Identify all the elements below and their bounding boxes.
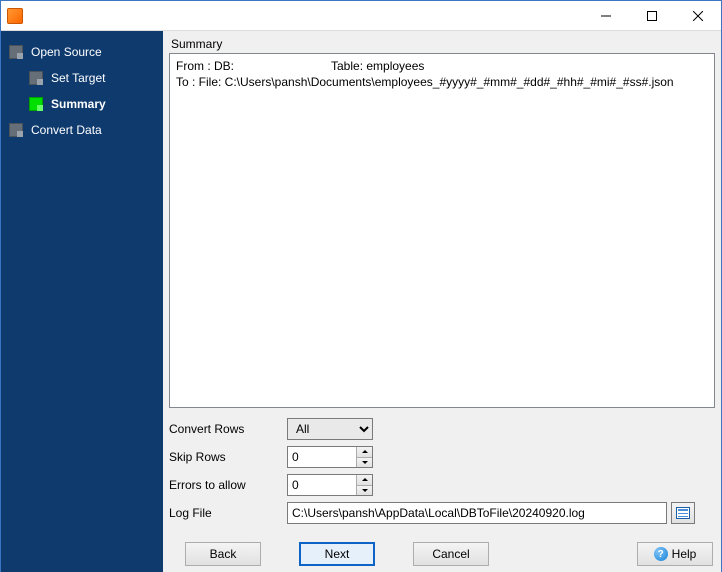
convert-rows-select[interactable]: All xyxy=(287,418,373,440)
errors-allow-label: Errors to allow xyxy=(169,478,287,492)
summary-from-db: From : DB: xyxy=(176,58,331,74)
summary-to-file: To : File: C:\Users\pansh\Documents\empl… xyxy=(176,74,708,90)
close-button[interactable] xyxy=(675,1,721,31)
cancel-button[interactable]: Cancel xyxy=(413,542,489,566)
skip-rows-label: Skip Rows xyxy=(169,450,287,464)
step-label: Open Source xyxy=(31,45,102,59)
summary-from-table: Table: employees xyxy=(331,58,424,74)
spin-up-button[interactable] xyxy=(357,447,372,458)
step-open-source[interactable]: Open Source xyxy=(1,39,163,65)
step-label: Convert Data xyxy=(31,123,102,137)
step-box-icon xyxy=(29,71,43,85)
button-bar: Back Next Cancel ? Help xyxy=(169,542,715,566)
content-panel: Summary From : DB: Table: employees To :… xyxy=(163,31,721,572)
help-label: Help xyxy=(672,547,697,561)
spin-down-button[interactable] xyxy=(357,458,372,468)
errors-allow-input[interactable] xyxy=(288,475,356,495)
summary-textbox: From : DB: Table: employees To : File: C… xyxy=(169,53,715,408)
step-convert-data[interactable]: Convert Data xyxy=(1,117,163,143)
log-file-label: Log File xyxy=(169,506,287,520)
step-set-target[interactable]: Set Target xyxy=(1,65,163,91)
errors-allow-spinner[interactable] xyxy=(287,474,373,496)
step-label: Summary xyxy=(51,97,106,111)
step-summary[interactable]: Summary xyxy=(1,91,163,117)
next-button[interactable]: Next xyxy=(299,542,375,566)
help-icon: ? xyxy=(654,547,668,561)
app-icon xyxy=(7,8,23,24)
back-button[interactable]: Back xyxy=(185,542,261,566)
help-button[interactable]: ? Help xyxy=(637,542,713,566)
summary-heading: Summary xyxy=(171,37,715,51)
titlebar xyxy=(1,1,721,31)
wizard-steps-sidebar: Open Source Set Target Summary Convert D… xyxy=(1,31,163,572)
browse-icon xyxy=(676,507,690,519)
step-box-icon xyxy=(9,123,23,137)
step-box-icon xyxy=(9,45,23,59)
log-file-input[interactable] xyxy=(287,502,667,524)
minimize-button[interactable] xyxy=(583,1,629,31)
spin-down-button[interactable] xyxy=(357,486,372,496)
convert-rows-label: Convert Rows xyxy=(169,422,287,436)
step-box-icon xyxy=(29,97,43,111)
skip-rows-input[interactable] xyxy=(288,447,356,467)
browse-log-button[interactable] xyxy=(671,502,695,524)
maximize-button[interactable] xyxy=(629,1,675,31)
skip-rows-spinner[interactable] xyxy=(287,446,373,468)
spin-up-button[interactable] xyxy=(357,475,372,486)
step-label: Set Target xyxy=(51,71,105,85)
